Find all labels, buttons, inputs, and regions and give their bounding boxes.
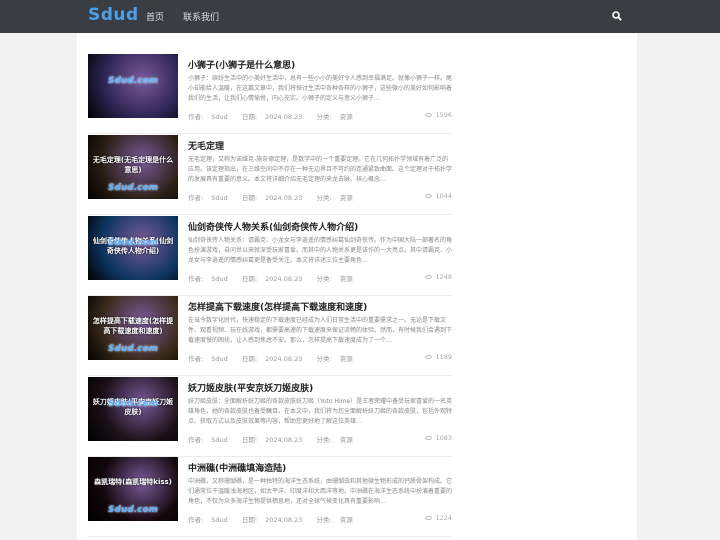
post-meta: 作者: Sdud 日期: 2024.08.23 分类: 资源 (188, 353, 365, 363)
post-author: Sdud (211, 194, 228, 202)
author-label: 作者: Sdud (188, 275, 228, 283)
post-item[interactable]: 无毛定理(无毛定理是什么意思) Sdud.com 无毛定理 无毛定理，又称为诺维… (88, 135, 452, 215)
thumbnail-watermark: Sdud.com (107, 399, 159, 409)
post-meta: 作者: Sdud 日期: 2024.08.23 分类: 资源 (188, 192, 365, 202)
post-title[interactable]: 无毛定理 (188, 139, 224, 152)
view-count: 1044 (435, 192, 452, 200)
post-excerpt: 小狮子：缤纷生活中的小美好生活中，总有一些小小的美好令人感到幸福满足。就像小狮子… (188, 75, 453, 102)
post-date: 2024.08.23 (265, 355, 303, 363)
site-logo[interactable]: Sdud (88, 5, 139, 25)
post-author: Sdud (211, 436, 228, 444)
thumbnail-watermark: Sdud.com (107, 505, 159, 515)
search-icon[interactable] (612, 11, 622, 21)
thumbnail-watermark: Sdud.com (107, 183, 159, 193)
eye-icon (425, 275, 433, 279)
author-label: 作者: Sdud (188, 355, 228, 363)
thumbnail-caption: 怎样提高下载速度(怎样提高下载速度和速度) (92, 317, 174, 335)
post-date: 2024.08.23 (265, 275, 303, 283)
eye-icon (425, 355, 433, 359)
post-excerpt: 妖刀姬皮肤：全面解析妖刀姬的各款皮肤妖刀姬（Yoto Hime）是王者荣耀中备受… (188, 398, 453, 425)
post-category[interactable]: 资源 (340, 275, 353, 283)
author-label: 作者: Sdud (188, 436, 228, 444)
post-list: Sdud.com 小狮子(小狮子是什么意思) 小狮子：缤纷生活中的小美好生活中，… (77, 33, 637, 540)
eye-icon (425, 194, 433, 198)
post-views: 1189 (425, 353, 452, 361)
category-label: 分类: 资源 (316, 436, 353, 444)
post-date: 2024.08.23 (265, 113, 303, 121)
post-meta: 作者: Sdud 日期: 2024.08.23 分类: 资源 (188, 434, 365, 444)
post-date: 2024.08.23 (265, 436, 303, 444)
post-category[interactable]: 资源 (340, 113, 353, 121)
post-excerpt: 在当今数字化时代，快速稳定的下载速度已经成为人们日常生活中的重要需求之一。无论是… (188, 317, 453, 344)
post-category[interactable]: 资源 (340, 355, 353, 363)
date-label: 日期: 2024.08.23 (241, 516, 303, 524)
thumbnail-caption: 森凯瑞特(森凯瑞特kiss) (94, 478, 172, 486)
post-item[interactable]: Sdud.com 小狮子(小狮子是什么意思) 小狮子：缤纷生活中的小美好生活中，… (88, 54, 452, 134)
date-label: 日期: 2024.08.23 (241, 275, 303, 283)
post-category[interactable]: 资源 (340, 516, 353, 524)
post-thumbnail[interactable]: 仙剑奇侠传人物关系(仙剑奇侠传人物介绍) Sdud.com (88, 216, 178, 280)
post-date: 2024.08.23 (265, 194, 303, 202)
post-title[interactable]: 仙剑奇侠传人物关系(仙剑奇侠传人物介绍) (188, 220, 358, 233)
post-views: 1044 (425, 192, 452, 200)
view-count: 1189 (435, 353, 452, 361)
post-thumbnail[interactable]: 森凯瑞特(森凯瑞特kiss) Sdud.com (88, 457, 178, 521)
thumbnail-watermark: Sdud.com (107, 238, 159, 248)
eye-icon (425, 516, 433, 520)
nav-contact[interactable]: 联系我们 (183, 10, 219, 23)
post-title[interactable]: 小狮子(小狮子是什么意思) (188, 58, 295, 71)
view-count: 1248 (435, 273, 452, 281)
category-label: 分类: 资源 (316, 355, 353, 363)
post-date: 2024.08.23 (265, 516, 303, 524)
post-views: 1248 (425, 273, 452, 281)
category-label: 分类: 资源 (316, 113, 353, 121)
nav-home[interactable]: 首页 (146, 10, 164, 23)
post-excerpt: 仙剑奇侠传人物关系：请霸克、小龙女与李逍遥的情感纠葛仙剑奇侠传。作为中国大陆一部… (188, 237, 453, 264)
date-label: 日期: 2024.08.23 (241, 113, 303, 121)
post-excerpt: 无毛定理，又称为诺维克-施奈德定理，是数学中的一个重要定理。它在几何拓扑学领域有… (188, 156, 453, 183)
post-title[interactable]: 中洲礁(中洲礁填海造陆) (188, 461, 286, 474)
view-count: 1596 (435, 111, 452, 119)
post-item[interactable]: 仙剑奇侠传人物关系(仙剑奇侠传人物介绍) Sdud.com 仙剑奇侠传人物关系(… (88, 216, 452, 296)
post-thumbnail[interactable]: 妖刀姬皮肤(平安京妖刀姬皮肤) Sdud.com (88, 377, 178, 441)
post-thumbnail[interactable]: Sdud.com (88, 54, 178, 118)
category-label: 分类: 资源 (316, 194, 353, 202)
view-count: 1224 (435, 514, 452, 522)
post-item[interactable]: 怎样提高下载速度(怎样提高下载速度和速度) Sdud.com 怎样提高下载速度(… (88, 296, 452, 376)
top-navbar: Sdud 首页 联系我们 (0, 0, 720, 33)
post-views: 1224 (425, 514, 452, 522)
thumbnail-watermark: Sdud.com (107, 344, 159, 354)
thumbnail-caption: 无毛定理(无毛定理是什么意思) (92, 156, 174, 174)
post-category[interactable]: 资源 (340, 436, 353, 444)
post-author: Sdud (211, 113, 228, 121)
category-label: 分类: 资源 (316, 516, 353, 524)
thumbnail-watermark: Sdud.com (107, 76, 159, 86)
post-item[interactable]: 森凯瑞特(森凯瑞特kiss) Sdud.com 中洲礁(中洲礁填海造陆) 中洲礁… (88, 457, 452, 537)
post-author: Sdud (211, 355, 228, 363)
eye-icon (425, 436, 433, 440)
date-label: 日期: 2024.08.23 (241, 355, 303, 363)
author-label: 作者: Sdud (188, 113, 228, 121)
post-meta: 作者: Sdud 日期: 2024.08.23 分类: 资源 (188, 514, 365, 524)
post-excerpt: 中洲礁，又称珊瑚礁，是一种独特的海洋生态系统，由珊瑚虫和其他微生物形成的钙质骨架… (188, 478, 453, 505)
post-views: 1083 (425, 434, 452, 442)
category-label: 分类: 资源 (316, 275, 353, 283)
eye-icon (425, 113, 433, 117)
view-count: 1083 (435, 434, 452, 442)
author-label: 作者: Sdud (188, 516, 228, 524)
post-views: 1596 (425, 111, 452, 119)
post-author: Sdud (211, 275, 228, 283)
post-thumbnail[interactable]: 怎样提高下载速度(怎样提高下载速度和速度) Sdud.com (88, 296, 178, 360)
date-label: 日期: 2024.08.23 (241, 436, 303, 444)
post-thumbnail[interactable]: 无毛定理(无毛定理是什么意思) Sdud.com (88, 135, 178, 199)
post-category[interactable]: 资源 (340, 194, 353, 202)
post-meta: 作者: Sdud 日期: 2024.08.23 分类: 资源 (188, 111, 365, 121)
post-author: Sdud (211, 516, 228, 524)
post-item[interactable]: 妖刀姬皮肤(平安京妖刀姬皮肤) Sdud.com 妖刀姬皮肤(平安京妖刀姬皮肤)… (88, 377, 452, 457)
post-meta: 作者: Sdud 日期: 2024.08.23 分类: 资源 (188, 273, 365, 283)
author-label: 作者: Sdud (188, 194, 228, 202)
post-title[interactable]: 妖刀姬皮肤(平安京妖刀姬皮肤) (188, 381, 313, 394)
post-title[interactable]: 怎样提高下载速度(怎样提高下载速度和速度) (188, 300, 367, 313)
date-label: 日期: 2024.08.23 (241, 194, 303, 202)
